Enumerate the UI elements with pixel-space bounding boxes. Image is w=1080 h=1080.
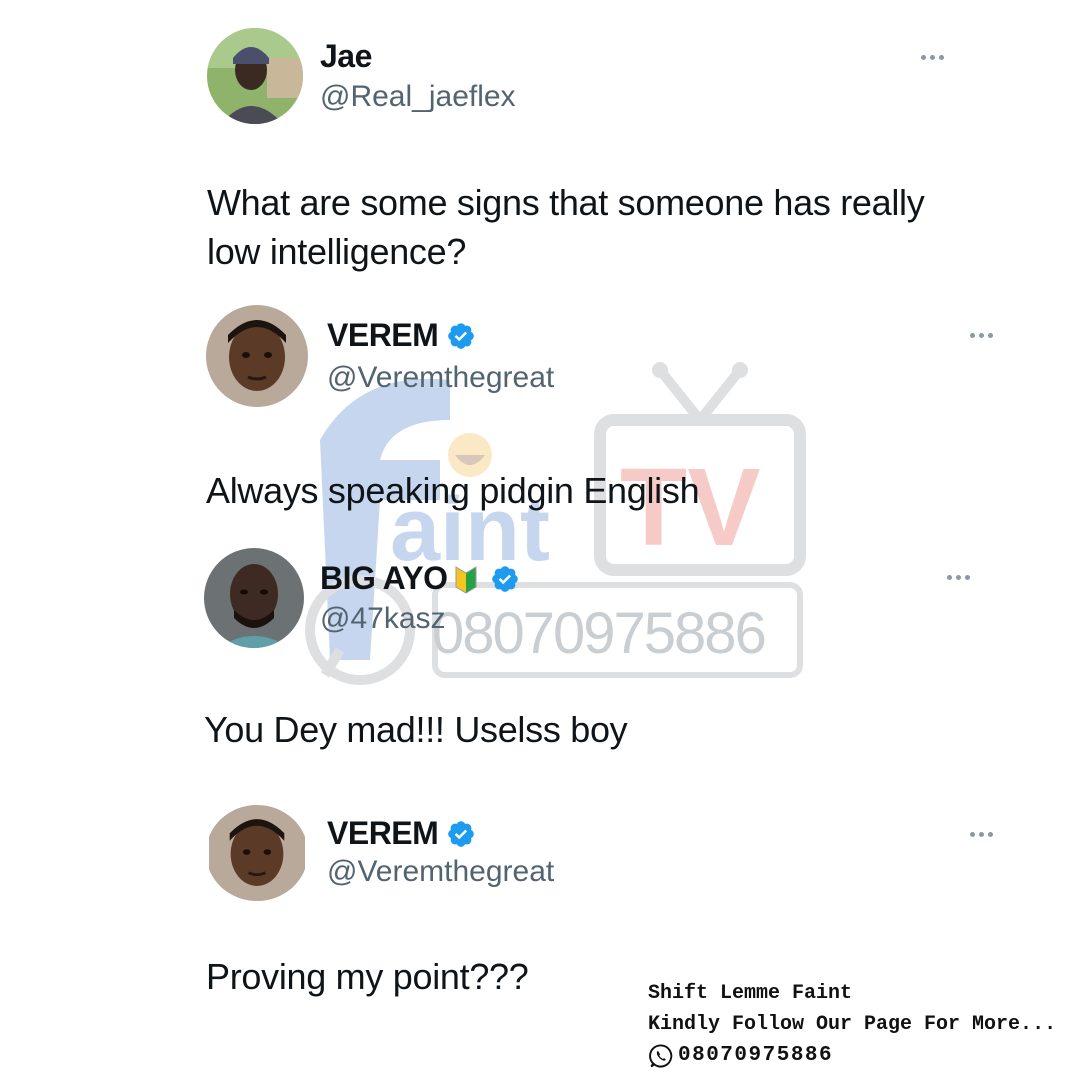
avatar[interactable] xyxy=(207,28,303,124)
tweet-text-line: What are some signs that someone has rea… xyxy=(207,182,925,223)
tweet-text-1: What are some signs that someone has rea… xyxy=(207,178,925,276)
tweet-header-1: Jae @Real_jaeflex xyxy=(0,28,1080,138)
more-options-icon[interactable] xyxy=(947,575,970,580)
verified-badge-icon xyxy=(491,565,518,592)
footer-phone-line: 08070975886 xyxy=(648,1040,1056,1071)
display-name[interactable]: VEREM xyxy=(327,815,439,852)
name-line: VEREM xyxy=(327,815,476,852)
tweet-header-2: VEREM @Veremthegreat xyxy=(0,305,1080,415)
name-line: VEREM xyxy=(327,317,476,354)
name-line: Jae xyxy=(320,38,372,75)
verified-badge-icon xyxy=(448,322,475,349)
user-handle[interactable]: @Veremthegreat xyxy=(327,855,554,889)
tweet-header-3: BIG AYO @47kasz xyxy=(0,548,1080,658)
footer-follow-text: Kindly Follow Our Page For More... xyxy=(648,1013,1057,1036)
tweet-header-4: VEREM @Veremthegreat xyxy=(0,805,1080,915)
more-options-icon[interactable] xyxy=(921,55,944,60)
footer-phone-number[interactable]: 08070975886 xyxy=(678,1040,833,1071)
footer-brand: Shift Lemme Faint xyxy=(648,982,853,1005)
user-handle[interactable]: @Veremthegreat xyxy=(327,361,554,395)
tweet-text-2: Always speaking pidgin English xyxy=(206,466,700,515)
user-handle[interactable]: @Real_jaeflex xyxy=(320,80,516,114)
beginner-badge-icon xyxy=(455,565,476,594)
profile-photo-icon xyxy=(207,28,303,124)
display-name[interactable]: Jae xyxy=(320,38,372,75)
profile-photo-icon xyxy=(209,805,305,901)
profile-photo-icon xyxy=(204,548,304,648)
display-name[interactable]: BIG AYO xyxy=(320,560,448,597)
whatsapp-icon xyxy=(649,1043,673,1068)
user-handle[interactable]: @47kasz xyxy=(320,602,446,636)
tweet-text-line: low intelligence? xyxy=(207,231,467,272)
display-name[interactable]: VEREM xyxy=(327,317,439,354)
tweet-text-line: Proving my point??? xyxy=(206,956,529,997)
tweet-text-line: You Dey mad!!! Uselss boy xyxy=(204,709,628,750)
name-line: BIG AYO xyxy=(320,560,520,597)
more-options-icon[interactable] xyxy=(970,832,993,837)
profile-photo-icon xyxy=(206,305,308,407)
tweet-text-3: You Dey mad!!! Uselss boy xyxy=(204,705,628,754)
verified-badge-icon xyxy=(448,820,475,847)
tweet-text-line: Always speaking pidgin English xyxy=(206,470,700,511)
avatar[interactable] xyxy=(204,548,304,648)
avatar[interactable] xyxy=(206,305,308,407)
avatar[interactable] xyxy=(206,805,308,901)
tweet-text-4: Proving my point??? xyxy=(206,952,529,1001)
more-options-icon[interactable] xyxy=(970,333,993,338)
page-credit-footer: Shift Lemme Faint Kindly Follow Our Page… xyxy=(648,978,1056,1071)
